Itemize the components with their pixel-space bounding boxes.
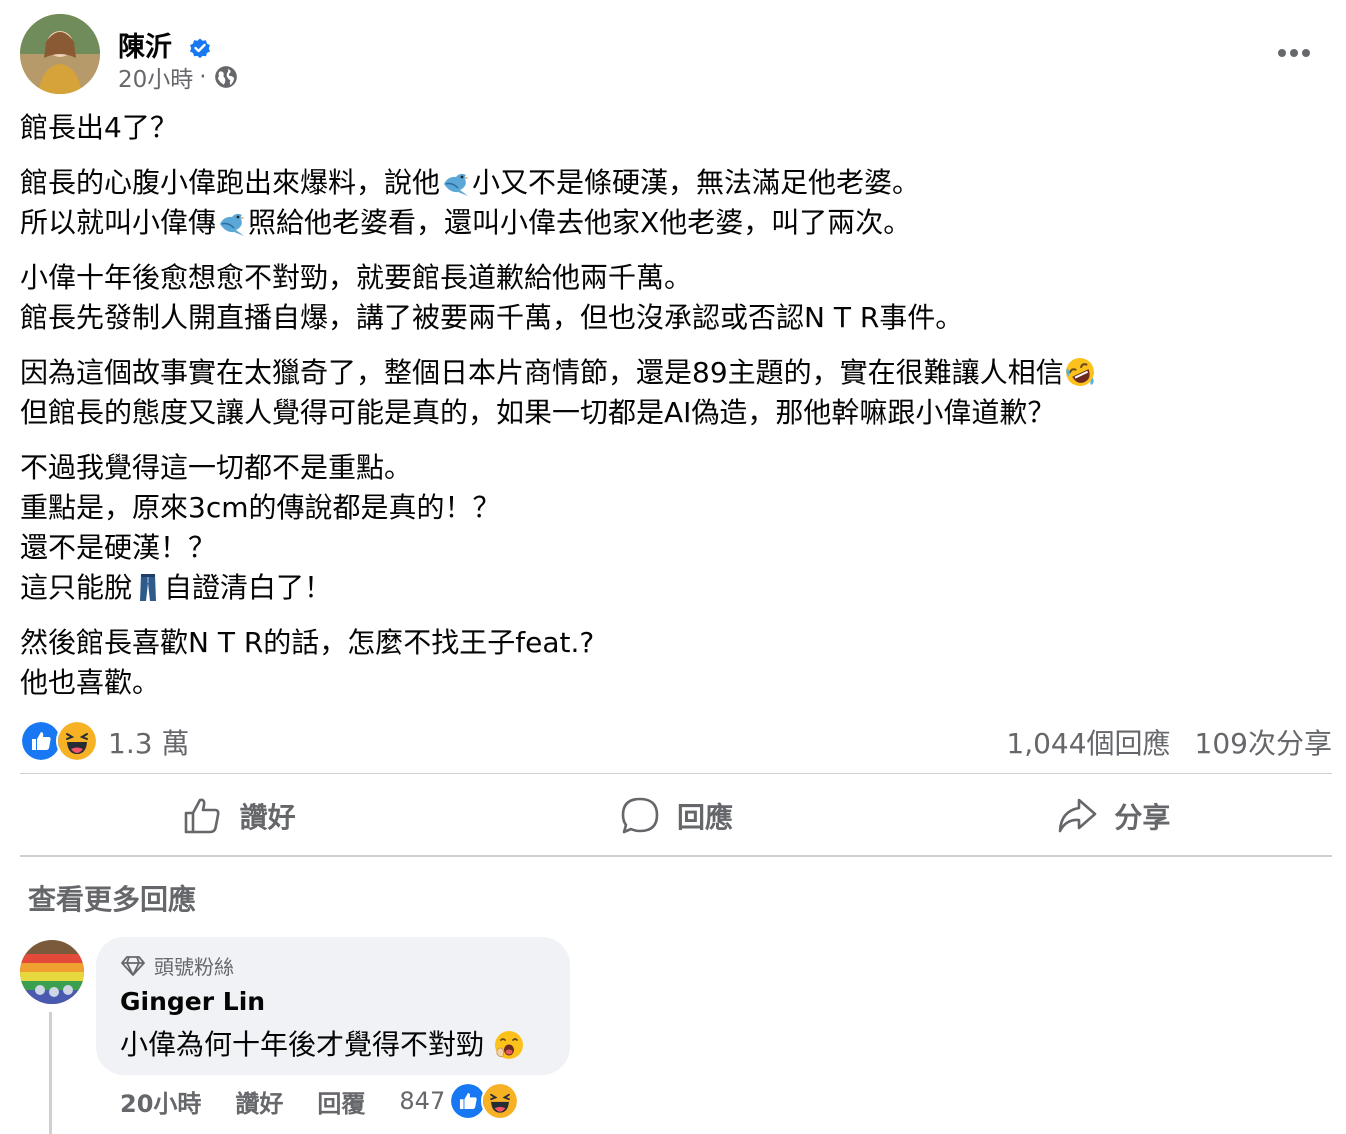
- facebook-post: 陳沂 20小時 · 館長出4了？ 館長的心腹小偉跑出來爆料，說他 小又不是條硬漢，無…: [0, 0, 1346, 1134]
- post-stats: 1,044個回應 109次分享: [1006, 722, 1332, 762]
- post-line: 還不是硬漢！？: [20, 528, 1320, 568]
- share-label: 分享: [1114, 801, 1171, 834]
- top-fan-badge: 頭號粉絲: [120, 951, 234, 980]
- share-button[interactable]: 分享: [895, 780, 1332, 852]
- post-text-segment: 自證清白了！: [164, 571, 333, 604]
- post-paragraph: 小偉十年後愈想愈不對勁，就要館長道歉給他兩千萬。館長先發制人開直播自爆，講了被要…: [20, 258, 1320, 338]
- comment-bubble: 頭號粉絲 Ginger Lin 小偉為何十年後才覺得不對勁: [96, 937, 570, 1075]
- comment-reactions[interactable]: 847: [399, 1082, 520, 1120]
- comment-count[interactable]: 1,044個回應: [1006, 722, 1170, 762]
- haha-reaction-icon: [56, 720, 98, 762]
- post-line: 然後館長喜歡N T R的話，怎麼不找王子feat.?: [20, 623, 1320, 663]
- post-header: 陳沂 20小時 ·: [20, 14, 1326, 96]
- post-line: 館長出4了？: [20, 108, 1320, 148]
- reaction-icons[interactable]: [20, 720, 98, 762]
- post-line: 但館長的態度又讓人覺得可能是真的，如果一切都是AI偽造，那他幹嘛跟小偉道歉？: [20, 393, 1320, 433]
- comment-like-button[interactable]: 讚好: [235, 1084, 283, 1119]
- post-paragraph: 館長出4了？: [20, 108, 1320, 148]
- view-more-comments[interactable]: 查看更多回應: [28, 878, 196, 918]
- reaction-count[interactable]: 1.3 萬: [108, 722, 189, 762]
- post-text-segment: 所以就叫小偉傳: [20, 206, 217, 239]
- thumbs-up-icon: [184, 798, 220, 834]
- divider: [20, 855, 1332, 857]
- verified-badge-icon: [190, 38, 210, 59]
- yawning-face-emoji-icon: [494, 1031, 523, 1059]
- post-text-segment: 重點是，原來3cm的傳說都是真的！？: [20, 491, 501, 524]
- post-text-segment: 小偉十年後愈想愈不對勁，就要館長道歉給他兩千萬。: [20, 261, 693, 294]
- post-text-segment: 因為這個故事實在太獵奇了，整個日本片商情節，還是89主題的，實在很難讓人相信: [20, 356, 1064, 389]
- post-paragraph: 然後館長喜歡N T R的話，怎麼不找王子feat.? 他也喜歡。: [20, 623, 1320, 703]
- blue-bird-emoji-icon: [220, 213, 246, 236]
- post-time[interactable]: 20小時: [118, 60, 193, 94]
- more-options-icon[interactable]: [1274, 38, 1314, 68]
- commenter-avatar[interactable]: [20, 940, 84, 1004]
- post-meta: 20小時 ·: [118, 60, 239, 94]
- post-paragraph: 因為這個故事實在太獵奇了，整個日本片商情節，還是89主題的，實在很難讓人相信 但館…: [20, 353, 1320, 433]
- post-text-segment: 他也喜歡。: [20, 666, 161, 699]
- post-line: 小偉十年後愈想愈不對勁，就要館長道歉給他兩千萬。: [20, 258, 1320, 298]
- diamond-icon: [121, 955, 145, 976]
- globe-icon: [214, 66, 237, 88]
- post-text-segment: 館長的心腹小偉跑出來爆料，說他: [20, 166, 441, 199]
- author-avatar[interactable]: [20, 14, 100, 94]
- comment-reaction-count: 847: [399, 1087, 446, 1115]
- comment-text-content: 小偉為何十年後才覺得不對勁: [120, 1028, 485, 1061]
- post-text: 館長出4了？ 館長的心腹小偉跑出來爆料，說他 小又不是條硬漢，無法滿足他老婆。 所以就…: [20, 108, 1320, 718]
- post-text-segment: 這只能脫: [20, 571, 133, 604]
- divider: [20, 773, 1332, 774]
- share-count[interactable]: 109次分享: [1195, 722, 1332, 762]
- like-button[interactable]: 讚好: [20, 780, 457, 852]
- comment-text: 小偉為何十年後才覺得不對勁: [120, 1023, 525, 1063]
- share-arrow-icon: [1059, 798, 1097, 833]
- post-line: 因為這個故事實在太獵奇了，整個日本片商情節，還是89主題的，實在很難讓人相信: [20, 353, 1320, 393]
- comment-label: 回應: [676, 801, 733, 834]
- post-paragraph: 不過我覺得這一切都不是重點。重點是，原來3cm的傳說都是真的！？ 還不是硬漢！？ 這…: [20, 448, 1320, 608]
- post-text-segment: 還不是硬漢！？: [20, 531, 217, 564]
- comment-meta: 20小時 讚好 回覆 847: [120, 1082, 520, 1120]
- post-line: 所以就叫小偉傳 照給他老婆看，還叫小偉去他家X他老婆，叫了兩次。: [20, 203, 1320, 243]
- post-text-segment: 不過我覺得這一切都不是重點。: [20, 451, 413, 484]
- post-paragraph: 館長的心腹小偉跑出來爆料，說他 小又不是條硬漢，無法滿足他老婆。 所以就叫小偉傳 照給…: [20, 163, 1320, 243]
- post-line: 這只能脫 自證清白了！: [20, 568, 1320, 608]
- post-line: 他也喜歡。: [20, 663, 1320, 703]
- reactions-bar: 1.3 萬 1,044個回應 109次分享: [20, 718, 1332, 762]
- haha-reaction-icon: [481, 1082, 520, 1120]
- post-text-segment: 館長出4了？: [20, 111, 178, 144]
- action-bar: 讚好 回應 分享: [20, 780, 1332, 852]
- commenter-name[interactable]: Ginger Lin: [120, 987, 265, 1016]
- post-text-segment: 然後館長喜歡N T R的話，怎麼不找王子feat.?: [20, 626, 595, 659]
- jeans-emoji-icon: [140, 574, 157, 601]
- like-label: 讚好: [239, 801, 296, 834]
- post-text-segment: 照給他老婆看，還叫小偉去他家X他老婆，叫了兩次。: [248, 206, 912, 239]
- badge-label: 頭號粉絲: [154, 955, 234, 979]
- comment-time[interactable]: 20小時: [120, 1084, 201, 1119]
- blue-bird-emoji-icon: [444, 173, 470, 196]
- post-line: 重點是，原來3cm的傳說都是真的！？: [20, 488, 1320, 528]
- thread-line: [49, 1012, 52, 1134]
- post-text-segment: 小又不是條硬漢，無法滿足他老婆。: [472, 166, 921, 199]
- comment-bubble-icon: [621, 797, 659, 834]
- comment-button[interactable]: 回應: [457, 780, 894, 852]
- post-text-segment: 館長先發制人開直播自爆，講了被要兩千萬，但也沒承認或否認N T R事件。: [20, 301, 964, 334]
- post-line: 館長的心腹小偉跑出來爆料，說他 小又不是條硬漢，無法滿足他老婆。: [20, 163, 1320, 203]
- post-line: 館長先發制人開直播自爆，講了被要兩千萬，但也沒承認或否認N T R事件。: [20, 298, 1320, 338]
- post-text-segment: 但館長的態度又讓人覺得可能是真的，如果一切都是AI偽造，那他幹嘛跟小偉道歉？: [20, 396, 1056, 429]
- comment-reply-button[interactable]: 回覆: [317, 1084, 365, 1119]
- meta-separator: ·: [199, 64, 207, 90]
- post-line: 不過我覺得這一切都不是重點。: [20, 448, 1320, 488]
- rofl-emoji-icon: [1065, 358, 1094, 386]
